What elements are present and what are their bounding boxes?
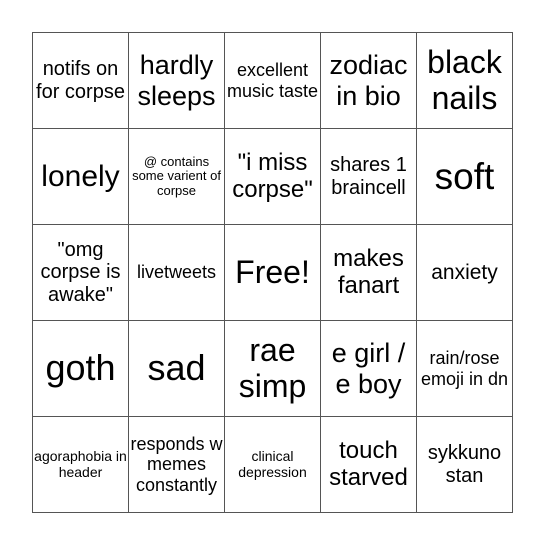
bingo-cell[interactable]: zodiac in bio bbox=[320, 32, 417, 129]
bingo-row: goth sad rae simp e girl / e boy rain/ro… bbox=[32, 320, 513, 417]
bingo-cell[interactable]: agoraphobia in header bbox=[32, 416, 129, 513]
bingo-cell[interactable]: clinical depression bbox=[224, 416, 321, 513]
bingo-row: notifs on for corpse hardly sleeps excel… bbox=[32, 32, 513, 129]
bingo-row: lonely @ contains some varient of corpse… bbox=[32, 128, 513, 225]
bingo-cell[interactable]: makes fanart bbox=[320, 224, 417, 321]
bingo-cell[interactable]: notifs on for corpse bbox=[32, 32, 129, 129]
bingo-cell[interactable]: lonely bbox=[32, 128, 129, 225]
bingo-cell[interactable]: hardly sleeps bbox=[128, 32, 225, 129]
bingo-board: notifs on for corpse hardly sleeps excel… bbox=[32, 32, 513, 513]
bingo-row: agoraphobia in header responds w memes c… bbox=[32, 416, 513, 513]
bingo-cell[interactable]: @ contains some varient of corpse bbox=[128, 128, 225, 225]
bingo-cell[interactable]: responds w memes constantly bbox=[128, 416, 225, 513]
bingo-cell[interactable]: shares 1 braincell bbox=[320, 128, 417, 225]
bingo-cell[interactable]: soft bbox=[416, 128, 513, 225]
bingo-cell[interactable]: rae simp bbox=[224, 320, 321, 417]
bingo-cell[interactable]: excellent music taste bbox=[224, 32, 321, 129]
bingo-cell[interactable]: sad bbox=[128, 320, 225, 417]
bingo-cell[interactable]: "i miss corpse" bbox=[224, 128, 321, 225]
bingo-cell[interactable]: e girl / e boy bbox=[320, 320, 417, 417]
bingo-cell[interactable]: black nails bbox=[416, 32, 513, 129]
bingo-cell[interactable]: goth bbox=[32, 320, 129, 417]
bingo-cell[interactable]: rain/rose emoji in dn bbox=[416, 320, 513, 417]
bingo-row: "omg corpse is awake" livetweets Free! m… bbox=[32, 224, 513, 321]
bingo-cell-free[interactable]: Free! bbox=[224, 224, 321, 321]
bingo-cell[interactable]: livetweets bbox=[128, 224, 225, 321]
bingo-cell[interactable]: "omg corpse is awake" bbox=[32, 224, 129, 321]
bingo-cell[interactable]: sykkuno stan bbox=[416, 416, 513, 513]
bingo-cell[interactable]: anxiety bbox=[416, 224, 513, 321]
bingo-cell[interactable]: touch starved bbox=[320, 416, 417, 513]
